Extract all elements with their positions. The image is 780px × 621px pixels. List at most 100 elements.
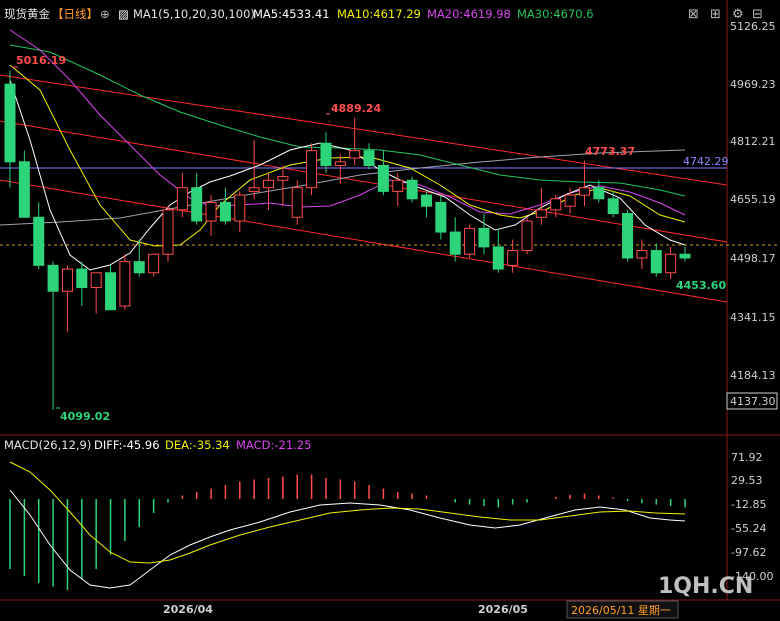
recent-low-label: 4453.60	[676, 279, 726, 292]
candle-body	[76, 268, 88, 289]
ma10-label: MA10:4617.29	[337, 7, 421, 21]
symbol-title: 现货黄金	[4, 7, 50, 21]
candle-body	[133, 261, 145, 274]
ma30-label: MA30:4670.6	[517, 7, 594, 21]
candle-body	[4, 83, 16, 163]
high-label: 5016.19	[16, 54, 66, 67]
candle-body	[478, 227, 490, 248]
price-tick-label: 5126.25	[730, 20, 776, 33]
candle-body	[291, 187, 303, 218]
date-label-apr: 2026/04	[163, 603, 213, 616]
macd-tick-label: 71.92	[731, 451, 763, 464]
candle-body	[636, 250, 648, 259]
candle-body	[521, 220, 533, 252]
period-label[interactable]: 【日线】	[52, 7, 98, 21]
macd-tick-label: 29.53	[731, 474, 763, 487]
candle-body	[593, 187, 605, 200]
candlestick-series	[4, 70, 691, 410]
gold-daily-chart: 现货黄金 【日线】 ⊕ ▨ MA1(5,10,20,30,100) MA5:45…	[0, 0, 780, 619]
macd-histogram	[9, 474, 686, 590]
candle-body	[392, 179, 404, 192]
moving-averages	[0, 29, 686, 271]
candle-body	[406, 179, 418, 200]
candle-body	[191, 187, 203, 222]
candle-body	[334, 161, 346, 166]
price-tick-label: 4655.19	[730, 193, 776, 206]
macd-tick-label: -12.85	[731, 498, 766, 511]
candle-body	[420, 194, 432, 207]
macd-axis: 71.9229.53-12.85-55.24-97.62-140.00	[731, 451, 773, 583]
candle-body	[449, 231, 461, 255]
candle-body	[349, 150, 361, 159]
peak1-label: 4889.24	[331, 102, 381, 115]
date-label-may: 2026/05	[478, 603, 528, 616]
candle-body	[205, 201, 217, 222]
candle-body	[535, 209, 547, 218]
candle-body	[61, 268, 73, 292]
low-label: 4099.02	[60, 410, 110, 423]
ma-set-label: MA1(5,10,20,30,100)	[133, 7, 255, 21]
candle-body	[363, 150, 375, 166]
zoom-icon[interactable]: ⊞	[710, 7, 721, 22]
macd-diff: DIFF:-45.96	[94, 438, 160, 452]
candle-body	[650, 250, 662, 274]
candle-body	[234, 194, 246, 222]
settings-icon[interactable]: ⊕	[100, 7, 110, 21]
macd-name: MACD(26,12,9)	[4, 438, 91, 452]
main-header: 现货黄金 【日线】 ⊕ ▨ MA1(5,10,20,30,100) MA5:45…	[4, 7, 763, 22]
ma20-label: MA20:4619.98	[427, 7, 511, 21]
price-tick-label: 4498.17	[730, 252, 776, 265]
peak2-label: 4773.37	[585, 145, 635, 158]
last-price-value: 4137.30	[730, 395, 776, 408]
date-axis: 2026/04 2026/05 2026/05/11 星期一	[163, 600, 679, 619]
candle-body	[18, 161, 30, 218]
trend-channel	[0, 74, 780, 303]
candle-body	[90, 272, 102, 289]
candle-body	[33, 216, 45, 266]
hline-tag: 4742.29	[683, 155, 729, 168]
price-tick-label: 4812.21	[730, 135, 776, 148]
candle-body	[148, 253, 160, 274]
candle-body	[507, 250, 519, 266]
price-annotations: 5016.19 4099.02 4889.24 4773.37 4453.60 …	[12, 54, 729, 423]
candle-body	[550, 198, 562, 211]
cursor-date: 2026/05/11 星期一	[571, 604, 671, 617]
price-tick-label: 4184.13	[730, 369, 776, 382]
ma30-line	[9, 44, 686, 197]
candle-body	[176, 187, 188, 211]
macd-dea: DEA:-35.34	[165, 438, 230, 452]
channel-mid-line	[0, 120, 728, 243]
price-tick-label: 4969.23	[730, 78, 776, 91]
candle-body	[607, 198, 619, 215]
candle-body	[306, 150, 318, 189]
candle-body	[248, 187, 260, 192]
candle-body	[119, 261, 131, 307]
macd-header: MACD(26,12,9) DIFF:-45.96 DEA:-35.34 MAC…	[4, 438, 311, 452]
candle-body	[679, 253, 691, 259]
price-axis: 5126.25 4969.23 4812.21 4655.19 4498.17 4341.…	[730, 20, 776, 382]
candle-body	[320, 142, 332, 166]
ma5-label: MA5:4533.41	[253, 7, 330, 21]
macd-tick-label: -97.62	[731, 546, 766, 559]
last-price-tag: 4137.30	[726, 392, 778, 410]
candle-body	[47, 264, 59, 292]
candle-body	[105, 272, 117, 311]
macd-tick-label: -55.24	[731, 522, 766, 535]
candle-body	[665, 253, 677, 274]
price-tick-label: 4341.15	[730, 311, 776, 324]
candle-body	[578, 187, 590, 196]
candle-body	[277, 176, 289, 181]
candle-body	[377, 164, 389, 192]
candle-body	[492, 246, 504, 270]
candle-body	[464, 227, 476, 255]
macd-value: MACD:-21.25	[236, 438, 311, 452]
chart-type-icon[interactable]: ▨	[118, 7, 129, 21]
candle-body	[162, 209, 174, 255]
candle-body	[622, 213, 634, 259]
candle-body	[435, 201, 447, 233]
watermark: 1QH.CN	[658, 574, 753, 599]
candle-body	[219, 201, 231, 222]
candle-body	[564, 194, 576, 207]
close-icon[interactable]: ⊠	[688, 7, 699, 22]
candle-body	[263, 179, 275, 189]
